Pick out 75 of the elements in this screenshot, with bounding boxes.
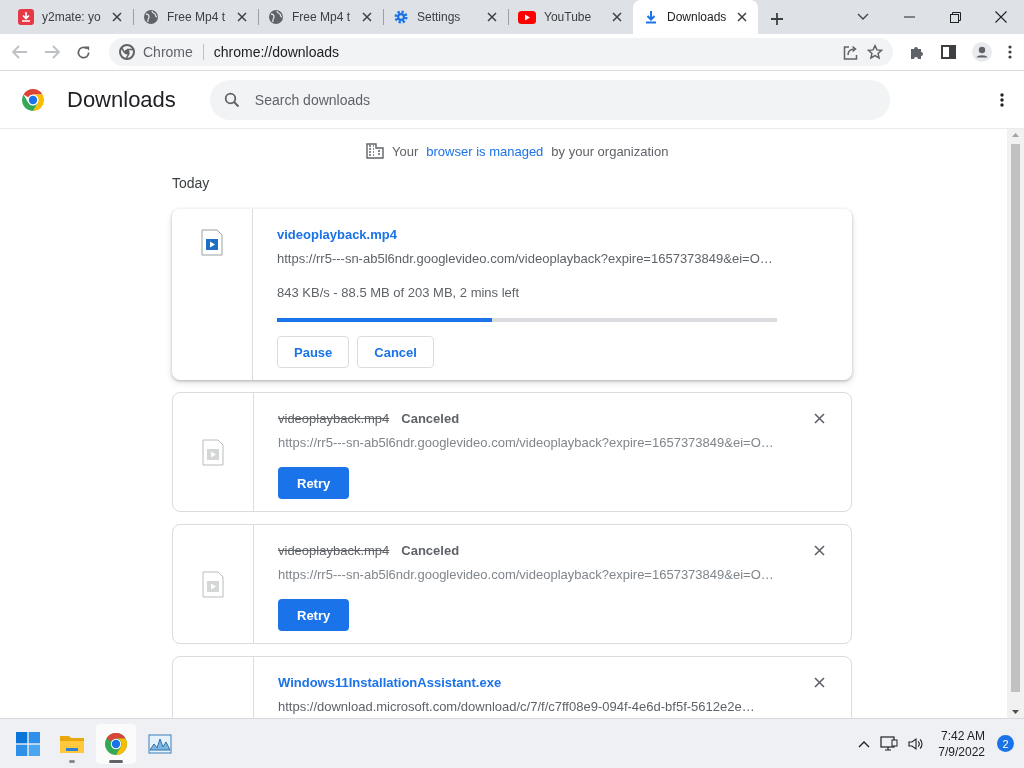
download-status: Canceled [401, 542, 460, 558]
speaker-icon[interactable] [908, 736, 925, 751]
close-icon[interactable] [812, 674, 827, 690]
browser-tab[interactable]: YouTube [508, 0, 633, 34]
notice-text: by your organization [551, 143, 669, 159]
source-url[interactable]: https://rr5---sn-ab5l6ndr.googlevideo.com/videoplayback?expire=1657373849&ei=O… [277, 251, 828, 269]
search-icon [223, 91, 240, 108]
retry-button[interactable]: Retry [278, 467, 350, 499]
running-indicator [109, 759, 123, 763]
tab-title: Settings [417, 10, 462, 24]
source-url[interactable]: https://rr5---sn-ab5l6ndr.googlevideo.com/videoplayback?expire=1657373849&ei=O… [278, 435, 827, 453]
play-logo-icon [518, 10, 536, 24]
chrome-logo-icon [21, 87, 45, 112]
retry-button[interactable]: Retry [278, 599, 350, 631]
more-vertical-icon[interactable] [1008, 45, 1012, 59]
clock-date: 7/9/2022 [938, 743, 985, 760]
section-heading: Today [172, 175, 211, 191]
close-icon[interactable] [812, 542, 827, 558]
video-file-icon [202, 438, 224, 466]
browser-tab[interactable]: Free Mp4 t [133, 0, 258, 34]
taskbar-app[interactable] [96, 723, 136, 764]
reload-icon[interactable] [76, 44, 91, 60]
clock-time: 7:42 AM [940, 727, 985, 744]
plus-icon[interactable] [770, 12, 784, 26]
profile-icon[interactable] [972, 42, 992, 62]
gear-icon [393, 9, 409, 25]
tab-title: YouTube [544, 10, 593, 24]
scrollbar[interactable] [1007, 129, 1024, 718]
source-url[interactable]: https://download.microsoft.com/download/c/7/f/c7ff08e9-094f-4e6d-bf5f-5612e2e… [278, 699, 827, 717]
chart-window-icon [148, 733, 172, 754]
start-icon [16, 731, 40, 756]
managed-link[interactable]: browser is managed [426, 143, 544, 159]
share-icon[interactable] [843, 44, 859, 60]
file-name: videoplayback.mp4 [278, 410, 390, 426]
notice-text: Your [392, 143, 419, 159]
notification-badge[interactable]: 2 [997, 735, 1014, 752]
more-vertical-icon[interactable] [1000, 92, 1004, 107]
file-name[interactable]: Windows11InstallationAssistant.exe [278, 674, 502, 690]
file-name: videoplayback.mp4 [278, 542, 390, 558]
tab-title: y2mate: yo [42, 10, 101, 24]
star-icon[interactable] [867, 44, 883, 60]
url-text: chrome://downloads [213, 44, 340, 60]
video-file-icon [202, 570, 224, 598]
download-icon [643, 9, 659, 25]
download-badge-icon [18, 9, 34, 25]
tab-title: Downloads [667, 10, 727, 24]
running-indicator [69, 759, 75, 763]
tab-title: Free Mp4 t [167, 10, 226, 24]
page-title: Downloads [67, 86, 176, 113]
source-url[interactable]: https://rr5---sn-ab5l6ndr.googlevideo.com/videoplayback?expire=1657373849&ei=O… [278, 567, 827, 585]
browser-tab[interactable]: Settings [383, 0, 508, 34]
video-file-icon [201, 229, 223, 256]
building-icon [366, 143, 384, 159]
browser-tab[interactable]: Downloads [633, 0, 758, 34]
close-icon[interactable] [812, 410, 827, 426]
action-button[interactable]: Cancel [357, 336, 434, 368]
tab-title: Free Mp4 t [292, 10, 351, 24]
chevron-up-icon[interactable] [858, 739, 871, 748]
chrome-logo-icon [104, 731, 128, 756]
file-name[interactable]: videoplayback.mp4 [277, 226, 397, 242]
search-field[interactable]: Search downloads [209, 79, 890, 120]
chrome-logo-icon [119, 44, 135, 60]
puzzle-icon[interactable] [909, 44, 925, 60]
progress-text: 843 KB/s - 88.5 MB of 203 MB, 2 mins left [277, 285, 521, 300]
globe-icon [143, 9, 159, 25]
globe-icon [268, 9, 284, 25]
browser-tab[interactable]: y2mate: yo [8, 0, 133, 34]
action-button[interactable]: Pause [277, 336, 350, 368]
address-bar[interactable]: Chrome chrome://downloads [109, 38, 893, 66]
scroll-down-icon[interactable] [1012, 710, 1019, 714]
browser-tab[interactable]: Free Mp4 t [258, 0, 383, 34]
side-panel-icon[interactable] [941, 45, 956, 59]
network-icon[interactable] [880, 735, 899, 752]
download-status: Canceled [401, 410, 460, 426]
site-label: Chrome [143, 44, 193, 60]
